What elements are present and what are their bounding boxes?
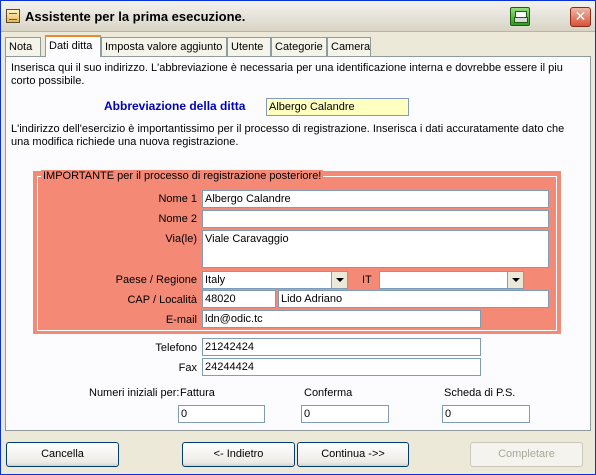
- initial-numbers-label: Numeri iniziali per:: [89, 387, 180, 399]
- tab-camera[interactable]: Camera: [327, 37, 371, 56]
- email-input[interactable]: ldn@odic.tc: [202, 310, 481, 328]
- important-legend: IMPORTANTE per il processo di registrazi…: [41, 170, 324, 183]
- app-icon: [6, 9, 20, 23]
- email-label: E-mail: [165, 314, 197, 326]
- telefono-input[interactable]: 21242424: [202, 338, 481, 356]
- fattura-input[interactable]: 0: [178, 405, 265, 423]
- abbrev-input[interactable]: Albergo Calandre: [266, 98, 409, 116]
- nome1-input[interactable]: Albergo Calandre: [202, 190, 549, 208]
- printer-icon[interactable]: [510, 7, 530, 26]
- paese-label: Paese / Regione: [115, 274, 197, 286]
- nome2-input[interactable]: [202, 210, 549, 228]
- telefono-label: Telefono: [155, 342, 197, 354]
- scheda-label: Scheda di P.S.: [444, 387, 516, 399]
- conferma-input[interactable]: 0: [301, 405, 389, 423]
- dropdown-arrow-icon[interactable]: [507, 272, 523, 288]
- paese-value: Italy: [205, 274, 226, 286]
- cap-input[interactable]: 48020: [202, 290, 276, 308]
- fattura-label: Fattura: [180, 387, 215, 399]
- conferma-label: Conferma: [304, 387, 353, 399]
- address-text: L'indirizzo dell'esercizio è importantis…: [11, 123, 565, 148]
- next-button[interactable]: Continua ->>: [297, 442, 409, 467]
- paese-select[interactable]: Italy: [202, 271, 348, 289]
- nome2-label: Nome 2: [158, 213, 197, 225]
- tab-nota[interactable]: Nota: [5, 37, 41, 56]
- via-label: Via(le): [165, 233, 197, 245]
- dropdown-arrow-icon[interactable]: [331, 272, 347, 288]
- tab-dati-ditta[interactable]: Dati ditta: [45, 35, 101, 57]
- cap-label: CAP / Località: [127, 294, 197, 306]
- intro-text: Inserisca qui il suo indirizzo. L'abbrev…: [11, 62, 563, 87]
- window-title: Assistente per la prima esecuzione.: [25, 9, 246, 24]
- finish-button[interactable]: Completare: [470, 442, 583, 467]
- wizard-window: Assistente per la prima esecuzione. ✕ No…: [0, 0, 596, 475]
- tab-imposta-valore-aggiunto[interactable]: Imposta valore aggiunto: [101, 37, 227, 56]
- tab-categorie[interactable]: Categorie: [271, 37, 327, 56]
- country-code: IT: [362, 274, 372, 286]
- fax-label: Fax: [178, 362, 197, 374]
- cancel-button[interactable]: Cancella: [6, 442, 119, 467]
- scheda-input[interactable]: 0: [442, 405, 530, 423]
- via-input[interactable]: Viale Caravaggio: [202, 230, 549, 268]
- back-button[interactable]: <- Indietro: [182, 442, 295, 467]
- abbrev-label: Abbreviazione della ditta: [104, 99, 246, 113]
- tab-utente[interactable]: Utente: [227, 37, 271, 56]
- fax-input[interactable]: 24244424: [202, 358, 481, 376]
- nome1-label: Nome 1: [158, 193, 197, 205]
- title-bar: Assistente per la prima esecuzione. ✕: [1, 1, 595, 32]
- region-select[interactable]: [379, 271, 524, 289]
- close-icon[interactable]: ✕: [570, 7, 591, 27]
- localita-input[interactable]: Lido Adriano: [278, 290, 549, 308]
